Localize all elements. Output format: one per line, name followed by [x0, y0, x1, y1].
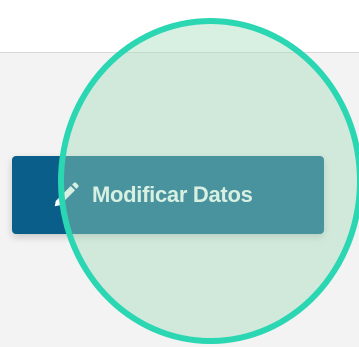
- panel-divider: [0, 52, 359, 53]
- modify-data-label: Modificar Datos: [92, 182, 253, 207]
- modify-data-button[interactable]: Modificar Datos: [12, 156, 324, 234]
- pencil-icon: [50, 179, 82, 211]
- page: Modificar Datos: [0, 0, 359, 347]
